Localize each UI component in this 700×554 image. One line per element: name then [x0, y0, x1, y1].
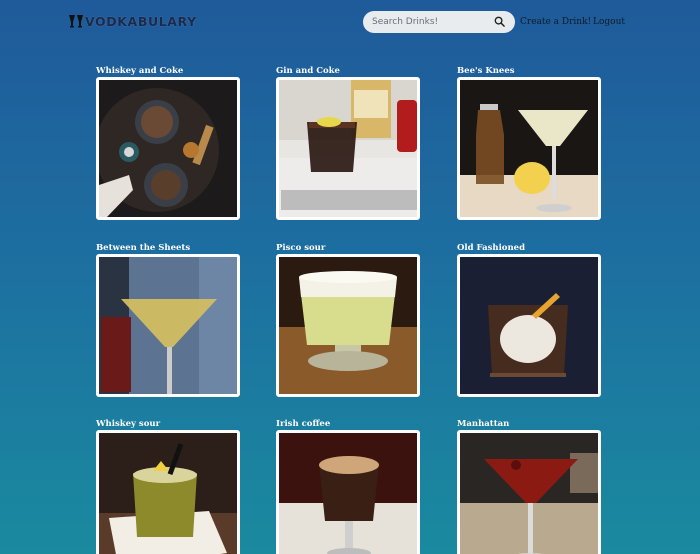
drink-card[interactable]: Bee's Knees: [457, 66, 601, 220]
cocktail-glasses-icon: [69, 15, 83, 28]
drink-card[interactable]: Gin and Coke: [276, 66, 420, 220]
navbar: VODKABULARY Create a Drink! Logout: [0, 0, 700, 44]
logout-link[interactable]: Logout: [593, 17, 625, 27]
create-drink-link[interactable]: Create a Drink!: [520, 17, 591, 27]
gin-and-coke-photo: [279, 80, 417, 217]
drink-title: Bee's Knees: [457, 66, 515, 76]
drink-image[interactable]: [276, 77, 420, 220]
drink-title: Pisco sour: [276, 243, 326, 253]
drink-image[interactable]: [457, 254, 601, 397]
drink-image[interactable]: [96, 430, 240, 554]
bees-knees-photo: [460, 80, 598, 217]
drink-image[interactable]: [96, 254, 240, 397]
drink-image[interactable]: [276, 254, 420, 397]
drink-title: Old Fashioned: [457, 243, 526, 253]
search-bar: [363, 11, 515, 33]
whiskey-sour-photo: [99, 433, 237, 554]
whiskey-and-coke-photo: [99, 80, 237, 217]
logo-text: VODKABULARY: [85, 13, 197, 29]
between-the-sheets-photo: [99, 257, 237, 394]
drink-card[interactable]: Old Fashioned: [457, 243, 601, 397]
drink-card[interactable]: Irish coffee: [276, 419, 420, 554]
drink-card[interactable]: Manhattan: [457, 419, 601, 554]
drink-title: Whiskey sour: [96, 419, 161, 429]
drink-title: Whiskey and Coke: [96, 66, 184, 76]
drink-card[interactable]: Between the Sheets: [96, 243, 240, 397]
drink-image[interactable]: [457, 77, 601, 220]
irish-coffee-photo: [279, 433, 417, 554]
search-icon[interactable]: [494, 16, 505, 27]
drink-title: Irish coffee: [276, 419, 331, 429]
drink-card[interactable]: Pisco sour: [276, 243, 420, 397]
old-fashioned-photo: [460, 257, 598, 394]
drink-title: Between the Sheets: [96, 243, 191, 253]
pisco-sour-photo: [279, 257, 417, 394]
logo-link[interactable]: VODKABULARY: [68, 13, 197, 29]
drink-card[interactable]: Whiskey and Coke: [96, 66, 240, 220]
search-input[interactable]: [372, 17, 484, 27]
drink-title: Gin and Coke: [276, 66, 340, 76]
drink-image[interactable]: [276, 430, 420, 554]
drink-title: Manhattan: [457, 419, 510, 429]
drink-image[interactable]: [457, 430, 601, 554]
drink-card[interactable]: Whiskey sour: [96, 419, 240, 554]
drink-image[interactable]: [96, 77, 240, 220]
manhattan-photo: [460, 433, 598, 554]
